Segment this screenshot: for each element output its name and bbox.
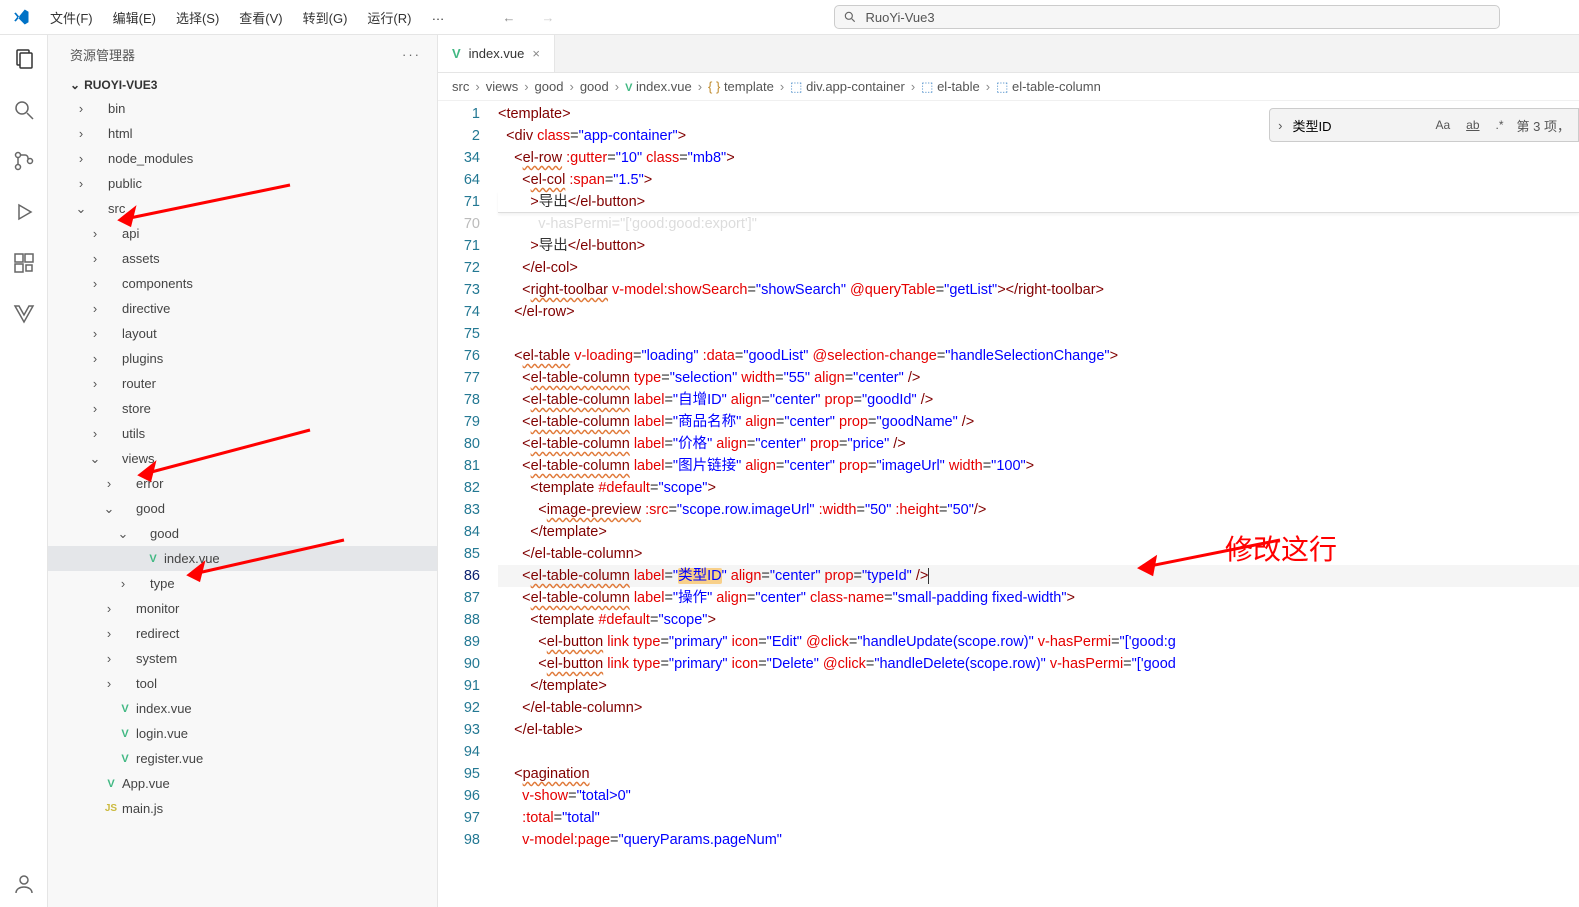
vue-file-icon: V <box>102 778 120 790</box>
folder-item[interactable]: ›router <box>48 371 437 396</box>
menu-item[interactable]: 文件(F) <box>42 4 101 31</box>
file-item[interactable]: Vlogin.vue <box>48 721 437 746</box>
vue-file-icon: V <box>116 728 134 740</box>
crumb[interactable]: views <box>486 79 519 94</box>
explorer-icon[interactable] <box>12 47 36 74</box>
vscode-logo-icon <box>0 8 42 26</box>
vue-file-icon: V <box>452 46 461 61</box>
folder-item[interactable]: ›assets <box>48 246 437 271</box>
menu-bar: 文件(F)编辑(E)选择(S)查看(V)转到(G)运行(R)… <box>42 4 452 31</box>
source-control-icon[interactable] <box>12 149 36 176</box>
chevron-down-icon: ⌄ <box>70 78 80 92</box>
vue-file-icon: V <box>116 753 134 765</box>
more-icon[interactable]: ··· <box>402 47 421 62</box>
find-widget[interactable]: › Aa ab .* 第 3 项， <box>1269 108 1579 142</box>
match-case-icon[interactable]: Aa <box>1432 116 1453 134</box>
accounts-icon[interactable] <box>12 872 36 899</box>
sidebar-title: 资源管理器 <box>70 45 135 64</box>
vue-file-icon: V <box>144 553 162 565</box>
js-file-icon: JS <box>102 803 120 814</box>
crumb[interactable]: good <box>535 79 564 94</box>
gutter: 1234647170717273747576777879808182838485… <box>438 101 498 907</box>
menu-item[interactable]: … <box>423 4 452 31</box>
file-item[interactable]: Vindex.vue <box>48 696 437 721</box>
file-tree: ›bin›html›node_modules›public⌄src›api›as… <box>48 96 437 907</box>
match-whole-word-icon[interactable]: ab <box>1463 116 1482 134</box>
search-icon <box>843 10 857 24</box>
file-item[interactable]: JSmain.js <box>48 796 437 821</box>
tabs: V index.vue × <box>438 35 1579 73</box>
run-debug-icon[interactable] <box>12 200 36 227</box>
menu-item[interactable]: 选择(S) <box>168 4 227 31</box>
folder-item[interactable]: ›store <box>48 396 437 421</box>
activity-bar <box>0 35 48 907</box>
nav-forward-icon[interactable]: → <box>541 10 554 25</box>
menu-item[interactable]: 编辑(E) <box>105 4 164 31</box>
folder-item[interactable]: ›bin <box>48 96 437 121</box>
code[interactable]: <template> <div class="app-container"> <… <box>498 101 1579 907</box>
folder-item[interactable]: ›api <box>48 221 437 246</box>
search-icon[interactable] <box>12 98 36 125</box>
vue-file-icon: V <box>116 703 134 715</box>
folder-item[interactable]: ›plugins <box>48 346 437 371</box>
breadcrumb[interactable]: src›views›good›good›V index.vue›{ } temp… <box>438 73 1579 101</box>
file-item[interactable]: VApp.vue <box>48 771 437 796</box>
menu-item[interactable]: 运行(R) <box>359 4 419 31</box>
folder-item[interactable]: ›node_modules <box>48 146 437 171</box>
code-area[interactable]: 1234647170717273747576777879808182838485… <box>438 101 1579 907</box>
titlebar: 文件(F)编辑(E)选择(S)查看(V)转到(G)运行(R)… ← → RuoY… <box>0 0 1579 35</box>
chevron-right-icon[interactable]: › <box>1278 118 1282 133</box>
file-item[interactable]: Vregister.vue <box>48 746 437 771</box>
crumb[interactable]: V index.vue <box>625 79 692 94</box>
folder-item[interactable]: ›tool <box>48 671 437 696</box>
folder-item[interactable]: ⌄views <box>48 446 437 471</box>
crumb[interactable]: ⬚ el-table <box>921 79 980 95</box>
folder-item[interactable]: ⌄good <box>48 496 437 521</box>
folder-item[interactable]: ›public <box>48 171 437 196</box>
menu-item[interactable]: 查看(V) <box>231 4 290 31</box>
folder-item[interactable]: ›directive <box>48 296 437 321</box>
menu-item[interactable]: 转到(G) <box>295 4 356 31</box>
crumb[interactable]: ⬚ el-table-column <box>996 79 1101 95</box>
nav-history: ← → <box>502 10 554 25</box>
project-root[interactable]: ⌄ RUOYI-VUE3 <box>48 74 437 96</box>
crumb[interactable]: src <box>452 79 469 94</box>
find-input[interactable] <box>1292 118 1422 133</box>
crumb[interactable]: ⬚ div.app-container <box>790 79 905 95</box>
folder-item[interactable]: ›components <box>48 271 437 296</box>
command-center[interactable]: RuoYi-Vue3 <box>834 5 1500 29</box>
vue-icon[interactable] <box>12 302 36 329</box>
folder-item[interactable]: ›type <box>48 571 437 596</box>
tab-index-vue[interactable]: V index.vue × <box>438 35 555 72</box>
regex-icon[interactable]: .* <box>1493 116 1507 134</box>
folder-item[interactable]: ›redirect <box>48 621 437 646</box>
sidebar: 资源管理器 ··· ⌄ RUOYI-VUE3 ›bin›html›node_mo… <box>48 35 438 907</box>
file-item[interactable]: Vindex.vue <box>48 546 437 571</box>
folder-item[interactable]: ›utils <box>48 421 437 446</box>
folder-item[interactable]: ›error <box>48 471 437 496</box>
crumb[interactable]: { } template <box>708 79 774 94</box>
folder-item[interactable]: ›monitor <box>48 596 437 621</box>
folder-item[interactable]: ⌄src <box>48 196 437 221</box>
search-text: RuoYi-Vue3 <box>865 10 934 25</box>
nav-back-icon[interactable]: ← <box>502 10 515 25</box>
folder-item[interactable]: ›layout <box>48 321 437 346</box>
folder-item[interactable]: ›system <box>48 646 437 671</box>
editor: V index.vue × src›views›good›good›V inde… <box>438 35 1579 907</box>
folder-item[interactable]: ›html <box>48 121 437 146</box>
find-result: 第 3 项， <box>1517 116 1570 135</box>
close-icon[interactable]: × <box>532 46 540 61</box>
folder-item[interactable]: ⌄good <box>48 521 437 546</box>
extensions-icon[interactable] <box>12 251 36 278</box>
crumb[interactable]: good <box>580 79 609 94</box>
